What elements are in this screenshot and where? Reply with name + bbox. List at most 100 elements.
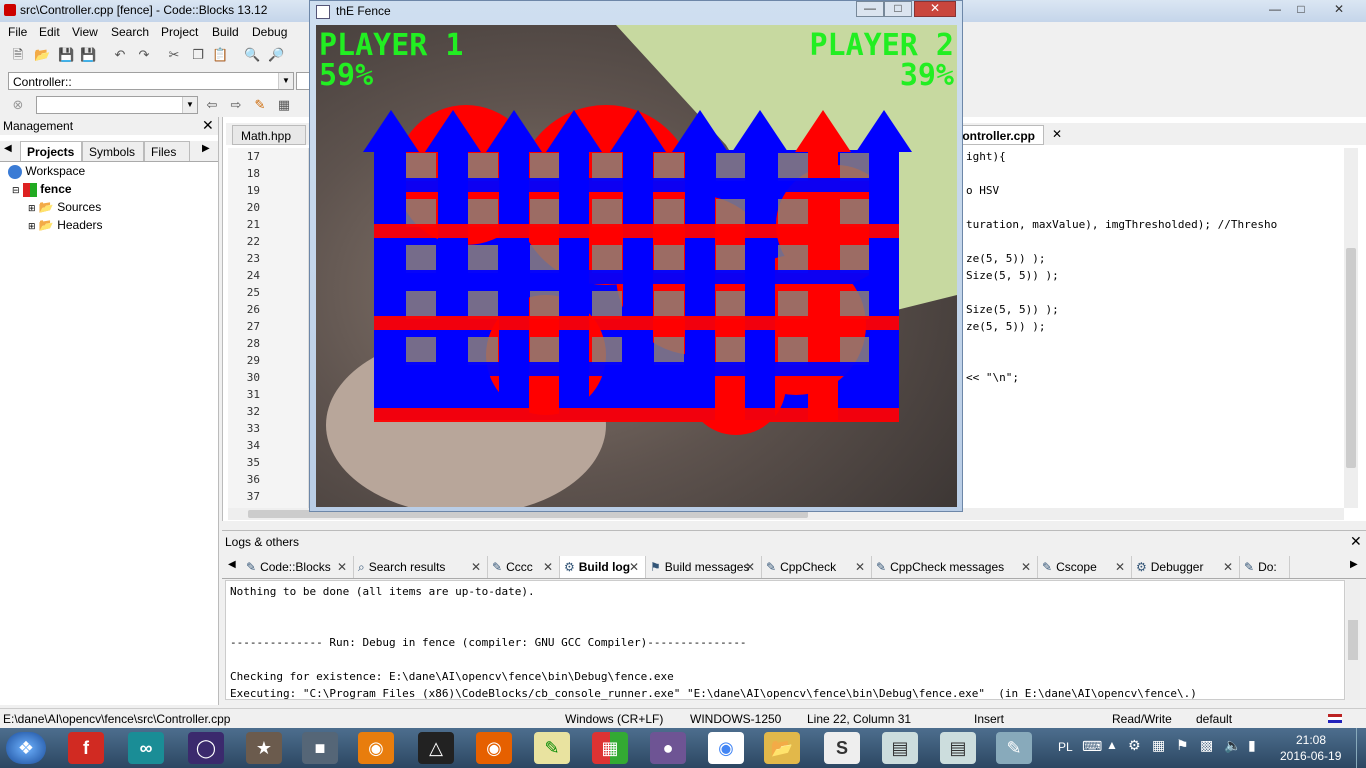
clock-time[interactable]: 21:08	[1296, 733, 1326, 747]
close-icon[interactable]: ✕	[914, 1, 956, 17]
show-hidden-icon[interactable]: ▲	[1106, 738, 1118, 752]
new-file-icon[interactable]: 🗎	[10, 47, 26, 63]
windows-icon[interactable]: ▦	[1152, 737, 1165, 754]
maximize-icon[interactable]: □	[884, 1, 912, 17]
gimp-icon[interactable]: ★	[246, 732, 282, 764]
save-icon[interactable]: 💾	[58, 47, 74, 63]
log-tab[interactable]: ⚙ Build log ✕	[560, 556, 646, 578]
close-tab-icon[interactable]: ✕	[471, 556, 481, 578]
undo-icon[interactable]: ↶	[112, 47, 128, 63]
copy-icon[interactable]: ❐	[190, 47, 206, 63]
firefox-icon[interactable]: ◉	[476, 732, 512, 764]
sublime-icon[interactable]: S	[824, 732, 860, 764]
log-tab[interactable]: ⌕ Search results ✕	[354, 556, 488, 578]
menu-search[interactable]: Search	[111, 25, 149, 39]
virtualbox-icon[interactable]: ■	[302, 732, 338, 764]
close-tab-icon[interactable]: ✕	[1223, 556, 1233, 578]
log-tab[interactable]: ✎ CppCheck ✕	[762, 556, 872, 578]
build-log-output[interactable]: Nothing to be done (all items are up-to-…	[225, 580, 1345, 700]
sources-node[interactable]: ⊞ 📂 Sources	[28, 200, 101, 214]
start-button[interactable]: ❖	[6, 732, 46, 764]
code-view[interactable]: ight){o HSV turation, maxValue), imgThres…	[960, 148, 1342, 508]
volume-muted-icon[interactable]: 🔈	[1224, 737, 1241, 754]
close-icon[interactable]: ✕	[1350, 533, 1362, 550]
menu-edit[interactable]: Edit	[39, 25, 60, 39]
close-tab-icon[interactable]: ✕	[1115, 556, 1125, 578]
search-combo[interactable]: ▼	[36, 96, 198, 114]
blender-icon[interactable]: ◉	[358, 732, 394, 764]
chevron-down-icon[interactable]: ▼	[278, 73, 293, 89]
tab-symbols[interactable]: Symbols	[82, 141, 144, 161]
tab-projects[interactable]: Projects	[20, 141, 82, 161]
close-tab-icon[interactable]: ✕	[855, 556, 865, 578]
tab-controller-cpp[interactable]: Controller.cpp	[962, 125, 1044, 145]
paint-icon[interactable]: ✎	[996, 732, 1032, 764]
close-icon[interactable]: ✕	[1326, 0, 1352, 18]
log-tab[interactable]: ✎ Cscope ✕	[1038, 556, 1132, 578]
expand-icon[interactable]: ⊞	[28, 203, 36, 213]
menu-build[interactable]: Build	[212, 25, 239, 39]
arrow-right-icon[interactable]: ⇨	[228, 97, 244, 113]
tab-scroll-right-icon[interactable]: ▶	[202, 143, 210, 154]
log-tab[interactable]: ⚑ Build messages ✕	[646, 556, 762, 578]
function-combo[interactable]	[296, 72, 310, 90]
replace-icon[interactable]: 🔎	[268, 47, 284, 63]
headers-node[interactable]: ⊞ 📂 Headers	[28, 218, 103, 232]
clock-date[interactable]: 2016-06-19	[1280, 749, 1341, 763]
codeblocks-icon[interactable]: ▦	[592, 732, 628, 764]
close-tab-icon[interactable]: ✕	[337, 556, 347, 578]
chrome-icon[interactable]: ◉	[708, 732, 744, 764]
language-indicator[interactable]: PL	[1058, 740, 1073, 754]
document-icon[interactable]: ▤	[940, 732, 976, 764]
document-icon[interactable]: ▤	[882, 732, 918, 764]
log-tab[interactable]: ✎ Do:	[1240, 556, 1290, 578]
workspace-node[interactable]: Workspace	[8, 164, 85, 179]
collapse-icon[interactable]: ⊟	[12, 185, 20, 195]
menu-debug[interactable]: Debug	[252, 25, 287, 39]
tab-math-hpp[interactable]: Math.hpp	[232, 125, 306, 145]
close-tab-icon[interactable]: ✕	[1052, 127, 1062, 141]
highlight-icon[interactable]: ✎	[252, 97, 268, 113]
notepad-plus-icon[interactable]: ✎	[534, 732, 570, 764]
log-tab[interactable]: ✎ Code::Blocks ✕	[242, 556, 354, 578]
paste-icon[interactable]: 📋	[212, 47, 228, 63]
project-node[interactable]: ⊟ fence	[12, 182, 72, 197]
menu-project[interactable]: Project	[161, 25, 198, 39]
log-tab[interactable]: ✎ Cccc ✕	[488, 556, 560, 578]
close-icon[interactable]: ✕	[202, 117, 214, 134]
network-icon[interactable]: ▩	[1200, 737, 1213, 754]
arduino-icon[interactable]: ∞	[128, 732, 164, 764]
tab-scroll-left-icon[interactable]: ◀	[4, 143, 12, 154]
maximize-icon[interactable]: □	[1288, 0, 1314, 18]
bookmark-icon[interactable]: ▦	[276, 97, 292, 113]
tab-scroll-left-icon[interactable]: ◀	[228, 559, 236, 570]
open-icon[interactable]: 📂	[34, 47, 50, 63]
explorer-icon[interactable]: 📂	[764, 732, 800, 764]
editor-vertical-scrollbar[interactable]	[1344, 148, 1358, 508]
chevron-down-icon[interactable]: ▼	[182, 97, 197, 113]
keyboard-icon[interactable]: ⌨	[1082, 738, 1102, 755]
arrow-left-icon[interactable]: ⇦	[204, 97, 220, 113]
close-tab-icon[interactable]: ✕	[543, 556, 553, 578]
github-icon[interactable]: ●	[650, 732, 686, 764]
menu-file[interactable]: File	[8, 25, 27, 39]
log-vertical-scrollbar[interactable]	[1346, 580, 1360, 700]
show-desktop-button[interactable]	[1356, 728, 1366, 768]
find-icon[interactable]: 🔍	[244, 47, 260, 63]
scope-combo[interactable]: Controller:: ▼	[8, 72, 294, 90]
tab-files[interactable]: Files	[144, 141, 190, 161]
cut-icon[interactable]: ✂	[166, 47, 182, 63]
scroll-thumb[interactable]	[1346, 248, 1356, 468]
clear-icon[interactable]: ⊗	[10, 97, 26, 113]
battery-icon[interactable]: ▮	[1248, 737, 1256, 754]
minimize-icon[interactable]: —	[856, 1, 884, 17]
unity-icon[interactable]: △	[418, 732, 454, 764]
log-tab[interactable]: ⚙ Debugger ✕	[1132, 556, 1240, 578]
menu-view[interactable]: View	[72, 25, 98, 39]
settings-icon[interactable]: ⚙	[1128, 737, 1141, 754]
close-tab-icon[interactable]: ✕	[629, 556, 639, 578]
eclipse-icon[interactable]: ◯	[188, 732, 224, 764]
close-tab-icon[interactable]: ✕	[745, 556, 755, 578]
flag-icon[interactable]: ⚑	[1176, 737, 1189, 754]
minimize-icon[interactable]: —	[1262, 0, 1288, 18]
